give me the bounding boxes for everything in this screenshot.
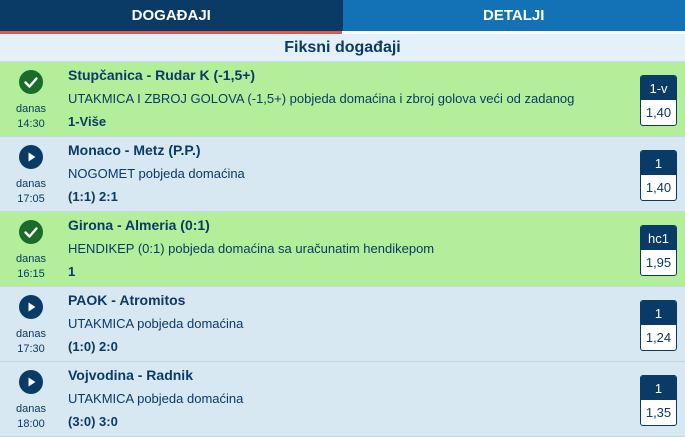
- event-time: 17:30: [0, 343, 62, 355]
- odds-value: 1,35: [641, 400, 676, 425]
- odds-value: 1,95: [641, 250, 676, 275]
- bet-pick: (1:1) 2:1: [68, 189, 118, 204]
- event-time-column: danas 16:15: [0, 212, 62, 286]
- event-time-column: danas 18:00: [0, 362, 62, 436]
- section-title: Fiksni događaji: [0, 34, 685, 62]
- event-time: 16:15: [0, 268, 62, 280]
- bet-description: NOGOMET pobjeda domaćina: [68, 166, 245, 181]
- odds-type: 1: [641, 376, 676, 400]
- odds-type: hc1: [641, 226, 676, 250]
- bet-pick: (3:0) 3:0: [68, 414, 118, 429]
- event-time: 17:05: [0, 193, 62, 205]
- event-row[interactable]: danas 17:05 Monaco - Metz (P.P.) NOGOMET…: [0, 137, 685, 212]
- event-row[interactable]: danas 17:30 PAOK - Atromitos UTAKMICA po…: [0, 287, 685, 362]
- odds-button[interactable]: 1-v 1,40: [640, 75, 677, 126]
- match-title: PAOK - Atromitos: [68, 292, 185, 308]
- event-row[interactable]: danas 14:30 Stupčanica - Rudar K (-1,5+)…: [0, 62, 685, 137]
- tab-bar: DOGAĐAJI DETALJI: [0, 0, 685, 31]
- odds-value: 1,40: [641, 100, 676, 125]
- event-time-column: danas 14:30: [0, 62, 62, 136]
- bet-description: HENDIKEP (0:1) pobjeda domaćina sa uraču…: [68, 241, 434, 256]
- play-icon: [19, 145, 43, 169]
- event-day: danas: [0, 253, 62, 265]
- odds-button[interactable]: hc1 1,95: [640, 225, 677, 276]
- match-title: Monaco - Metz (P.P.): [68, 142, 201, 158]
- event-time-column: danas 17:05: [0, 137, 62, 211]
- bet-description: UTAKMICA pobjeda domaćina: [68, 391, 243, 406]
- bet-pick: (1:0) 2:0: [68, 339, 118, 354]
- event-time-column: danas 17:30: [0, 287, 62, 361]
- events-list: danas 14:30 Stupčanica - Rudar K (-1,5+)…: [0, 62, 685, 437]
- odds-button[interactable]: 1 1,24: [640, 300, 677, 351]
- check-icon: [19, 220, 43, 244]
- event-day: danas: [0, 328, 62, 340]
- event-day: danas: [0, 403, 62, 415]
- odds-type: 1: [641, 151, 676, 175]
- play-icon: [19, 370, 43, 394]
- odds-button[interactable]: 1 1,35: [640, 375, 677, 426]
- event-day: danas: [0, 103, 62, 115]
- match-title: Vojvodina - Radnik: [68, 367, 193, 383]
- match-title: Girona - Almeria (0:1): [68, 217, 210, 233]
- check-icon: [19, 70, 43, 94]
- bet-pick: 1: [68, 264, 75, 279]
- event-row[interactable]: danas 18:00 Vojvodina - Radnik UTAKMICA …: [0, 362, 685, 437]
- event-row[interactable]: danas 16:15 Girona - Almeria (0:1) HENDI…: [0, 212, 685, 287]
- tab-details[interactable]: DETALJI: [343, 0, 685, 31]
- odds-button[interactable]: 1 1,40: [640, 150, 677, 201]
- match-title: Stupčanica - Rudar K (-1,5+): [68, 67, 255, 83]
- odds-value: 1,24: [641, 325, 676, 350]
- tab-events[interactable]: DOGAĐAJI: [0, 0, 343, 31]
- bet-description: UTAKMICA pobjeda domaćina: [68, 316, 243, 331]
- event-time: 14:30: [0, 118, 62, 130]
- odds-type: 1: [641, 301, 676, 325]
- event-time: 18:00: [0, 418, 62, 430]
- odds-type: 1-v: [641, 76, 676, 100]
- odds-value: 1,40: [641, 175, 676, 200]
- active-tab-indicator: [0, 31, 342, 34]
- bet-description: UTAKMICA I ZBROJ GOLOVA (-1,5+) pobjeda …: [68, 91, 574, 106]
- play-icon: [19, 295, 43, 319]
- event-day: danas: [0, 178, 62, 190]
- bet-pick: 1-Više: [68, 114, 106, 129]
